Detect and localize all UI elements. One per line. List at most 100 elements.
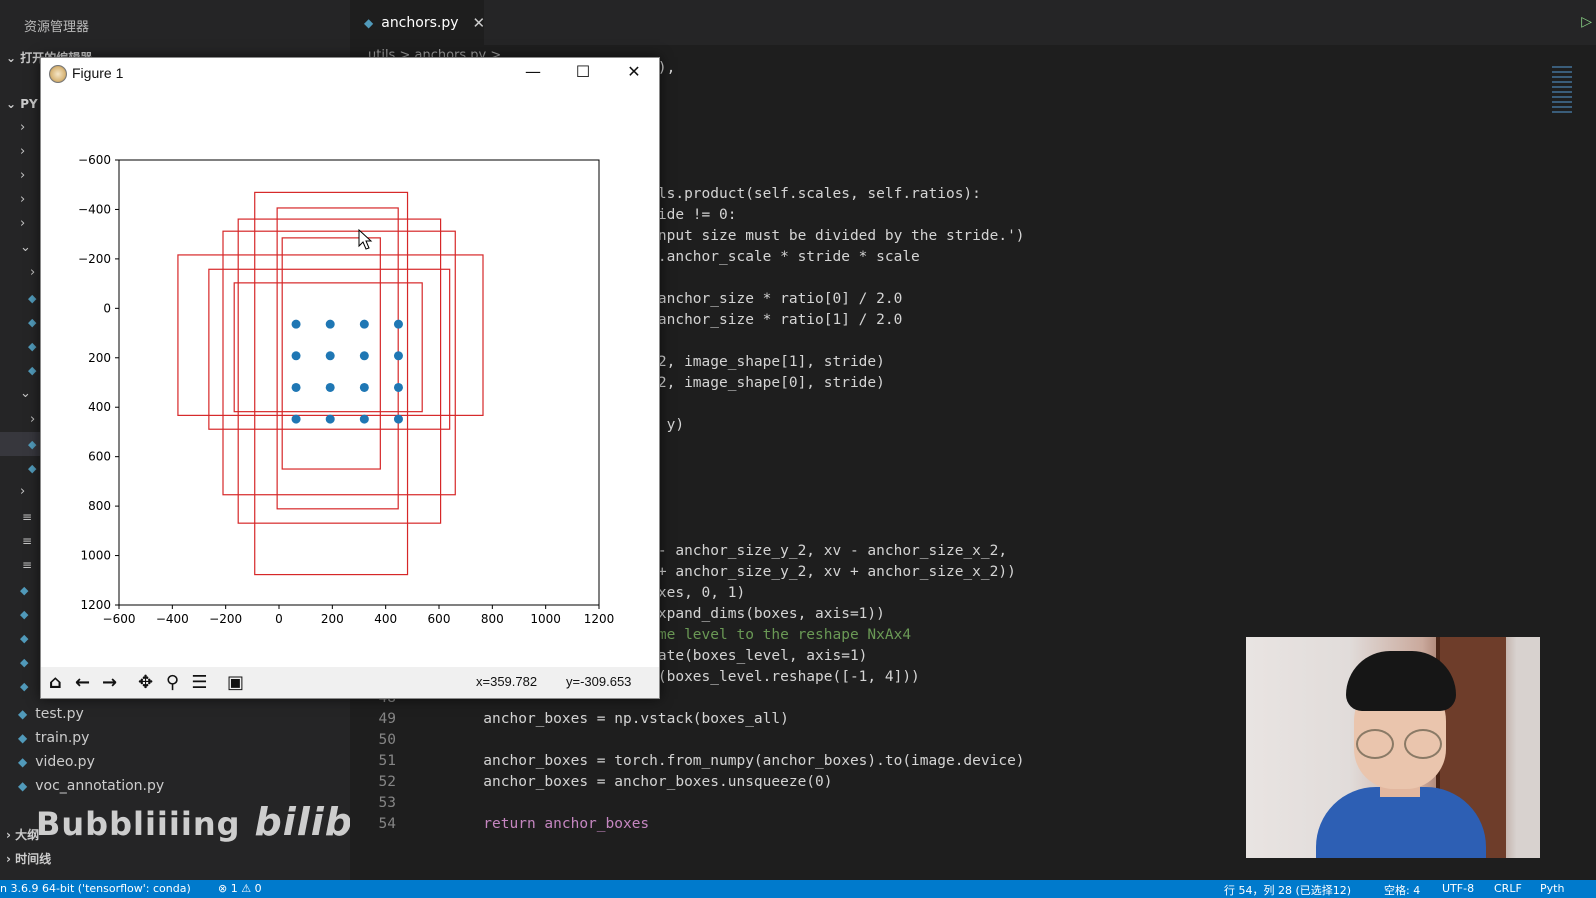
webcam-glasses-left — [1356, 729, 1394, 759]
anchor-center-point — [291, 382, 301, 392]
forward-icon[interactable]: → — [97, 670, 122, 695]
webcam-hair — [1346, 651, 1456, 711]
python-file-icon[interactable]: ◆ — [20, 656, 28, 669]
x-tick-label: −600 — [103, 612, 136, 626]
anchor-center-point — [291, 351, 301, 361]
figure-window[interactable]: Figure 1 — ☐ ✕ −600 −400 −200 0 200 400 600 800… — [40, 57, 660, 699]
python-file-icon[interactable]: ◆ — [28, 340, 36, 353]
y-tick-label: −600 — [78, 153, 111, 167]
text-file-icon[interactable]: ≡ — [22, 558, 32, 572]
interpreter-status[interactable]: n 3.6.9 64-bit ('tensorflow': conda) — [0, 882, 191, 895]
x-tick-label: −200 — [209, 612, 242, 626]
chevron-right-icon[interactable]: › — [20, 484, 25, 499]
file-item-video[interactable]: ◆ video.py — [18, 751, 95, 773]
figure-title-bar[interactable]: Figure 1 — ☐ ✕ — [41, 58, 659, 90]
cursor-x-readout: x=359.782 — [476, 674, 538, 689]
save-icon[interactable]: ▣ — [223, 670, 248, 695]
zoom-icon[interactable]: ⚲ — [160, 670, 185, 695]
chevron-right-icon[interactable]: › — [20, 120, 25, 135]
python-file-icon[interactable]: ◆ — [20, 584, 28, 597]
python-file-icon[interactable]: ◆ — [20, 680, 28, 693]
y-tick-label: 600 — [88, 450, 111, 464]
line-number: 51 — [378, 753, 396, 769]
chevron-right-icon[interactable]: › — [20, 192, 25, 207]
x-tick-label: 800 — [481, 612, 504, 626]
code-line[interactable]: 51 anchor_boxes = torch.from_numpy(ancho… — [350, 751, 1025, 772]
pan-icon[interactable]: ✥ — [133, 670, 158, 695]
python-file-icon[interactable]: ◆ — [20, 632, 28, 645]
anchor-center-point — [291, 319, 301, 329]
anchor-center-point — [393, 319, 403, 329]
problems-status[interactable]: ⊗ 1 ⚠ 0 — [218, 882, 262, 895]
chevron-right-icon[interactable]: › — [20, 144, 25, 159]
file-item-voc-annotation[interactable]: ◆ voc_annotation.py — [18, 775, 164, 797]
plot-canvas[interactable]: −600 −400 −200 0 200 400 600 800 1000 1200−600−40… — [41, 90, 659, 667]
timeline-header[interactable]: › 时间线 — [6, 850, 51, 867]
home-icon[interactable]: ⌂ — [43, 670, 68, 695]
line-number: 53 — [378, 795, 396, 811]
code-line[interactable]: 49 anchor_boxes = np.vstack(boxes_all) — [350, 709, 789, 730]
python-file-icon[interactable]: ◆ — [28, 292, 36, 305]
presenter-webcam — [1246, 637, 1540, 858]
python-file-icon[interactable]: ◆ — [28, 462, 36, 475]
x-tick-label: 1000 — [530, 612, 561, 626]
x-tick-label: 0 — [275, 612, 283, 626]
code-line[interactable]: 52 anchor_boxes = anchor_boxes.unsqueeze… — [350, 772, 833, 793]
encoding-status[interactable]: UTF-8 — [1442, 882, 1474, 895]
back-icon[interactable]: ← — [70, 670, 95, 695]
python-file-icon: ◆ — [18, 755, 28, 769]
python-file-icon[interactable]: ◆ — [28, 316, 36, 329]
tab-anchors-py[interactable]: ◆ anchors.py ✕ — [350, 0, 486, 45]
chevron-down-icon: ⌄ — [6, 51, 21, 65]
python-file-icon[interactable]: ◆ — [20, 608, 28, 621]
minimap[interactable] — [1552, 66, 1572, 166]
line-number: 54 — [378, 816, 396, 832]
chevron-right-icon[interactable]: › — [30, 412, 35, 427]
chevron-right-icon[interactable]: › — [20, 216, 25, 231]
chevron-right-icon[interactable]: › — [30, 265, 35, 280]
eol-status[interactable]: CRLF — [1494, 882, 1522, 895]
text-file-icon[interactable]: ≡ — [22, 510, 32, 524]
python-file-icon[interactable]: ◆ — [28, 438, 36, 451]
anchor-center-point — [393, 414, 403, 424]
webcam-glasses-right — [1404, 729, 1442, 759]
chevron-right-icon: › — [6, 852, 16, 866]
text-file-icon[interactable]: ≡ — [22, 534, 32, 548]
file-item-train[interactable]: ◆ train.py — [18, 727, 89, 749]
python-file-icon[interactable]: ◆ — [28, 364, 36, 377]
python-file-icon: ◆ — [18, 731, 28, 745]
y-tick-label: 1200 — [80, 598, 111, 612]
chevron-down-icon[interactable]: ⌄ — [20, 240, 31, 255]
close-icon[interactable]: ✕ — [473, 14, 486, 32]
code-line[interactable]: 53 — [350, 793, 413, 814]
language-status[interactable]: Pyth — [1540, 882, 1564, 895]
chevron-right-icon: › — [6, 828, 16, 842]
chevron-right-icon[interactable]: › — [20, 168, 25, 183]
anchor-center-point — [359, 382, 369, 392]
outline-header[interactable]: › 大纲 — [6, 826, 39, 843]
y-tick-label: 0 — [103, 301, 111, 315]
anchor-center-point — [359, 351, 369, 361]
y-tick-label: −200 — [78, 252, 111, 266]
project-header[interactable]: ⌄ PY — [6, 97, 38, 111]
maximize-icon[interactable]: ☐ — [565, 62, 601, 81]
code-line[interactable]: 50 — [350, 730, 413, 751]
code-line[interactable]: 54 return anchor_boxes — [350, 814, 650, 835]
figure-title: Figure 1 — [72, 65, 124, 81]
x-tick-label: 1200 — [584, 612, 615, 626]
line-number: 52 — [378, 774, 396, 790]
run-icon[interactable]: ▷ — [1581, 14, 1592, 30]
file-item-test[interactable]: ◆ test.py — [18, 703, 84, 725]
anchor-center-point — [359, 319, 369, 329]
line-number: 50 — [378, 732, 396, 748]
cursor-position[interactable]: 行 54，列 28 (已选择12) — [1224, 882, 1351, 898]
close-icon[interactable]: ✕ — [616, 62, 652, 81]
webcam-shirt — [1316, 787, 1486, 858]
configure-icon[interactable]: ☰ — [187, 670, 212, 695]
indent-status[interactable]: 空格: 4 — [1384, 882, 1420, 898]
chevron-down-icon[interactable]: ⌄ — [20, 386, 31, 401]
minimize-icon[interactable]: — — [515, 62, 551, 81]
figure-toolbar: ⌂ ← → ✥ ⚲ ☰ ▣ x=359.782 y=-309.653 — [41, 667, 659, 698]
python-file-icon: ◆ — [18, 779, 28, 793]
